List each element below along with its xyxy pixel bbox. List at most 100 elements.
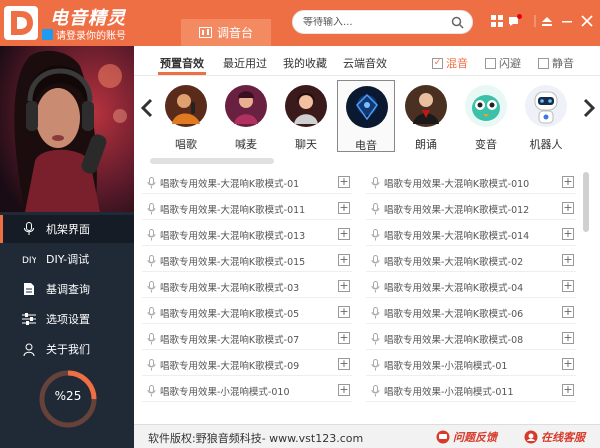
scene-shout[interactable]: 喊麦 [217, 80, 275, 152]
microphone-icon [147, 384, 156, 396]
option-dodge[interactable]: 闪避 [485, 55, 521, 71]
tab-recent[interactable]: 最近用过 [223, 55, 267, 71]
progress-label: %25 [54, 389, 82, 403]
tab-preset[interactable]: 预置音效 [160, 55, 204, 71]
effect-item[interactable]: 唱歌专用效果-大混响K歌模式-05 + [142, 302, 352, 324]
effect-item[interactable]: 唱歌专用效果-大混响K歌模式-06 + [366, 302, 576, 324]
effect-name: 唱歌专用效果-小混响模式-010 [160, 386, 290, 398]
vertical-scrollbar[interactable] [583, 172, 589, 232]
option-label: 闪避 [499, 57, 521, 70]
copyright-text: 软件版权:野狼音频科技- www.vst123.com [148, 432, 364, 445]
add-effect-button[interactable]: + [338, 254, 350, 266]
option-label: 混音 [446, 57, 468, 70]
effect-item[interactable]: 唱歌专用效果-大混响K歌模式-08 + [366, 328, 576, 350]
checkbox-icon [485, 57, 496, 69]
effect-item[interactable]: 唱歌专用效果-大混响K歌模式-012 + [366, 198, 576, 220]
scene-label: 朗诵 [415, 138, 437, 151]
option-mute[interactable]: 静音 [538, 55, 574, 71]
microphone-icon [371, 280, 380, 292]
app-logo-icon [4, 6, 38, 40]
sidebar-item-rack[interactable]: 机架界面 [0, 215, 134, 243]
login-link[interactable]: 请登录你的账号 [42, 27, 126, 42]
option-label: 静音 [552, 57, 574, 70]
support-button[interactable]: 在线客服 [524, 429, 585, 445]
microphone-icon [371, 202, 380, 214]
scene-electronic[interactable]: 电音 [337, 80, 395, 152]
add-effect-button[interactable]: + [338, 280, 350, 292]
horizontal-scrollbar[interactable] [150, 158, 274, 164]
recite-avatar-icon [405, 85, 447, 127]
add-effect-button[interactable]: + [562, 306, 574, 318]
scene-robot[interactable]: 机器人 [517, 80, 575, 152]
effect-item[interactable]: 唱歌专用效果-小混响模式-011 + [366, 380, 576, 402]
add-effect-button[interactable]: + [562, 332, 574, 344]
tab-favorites[interactable]: 我的收藏 [283, 55, 327, 71]
eject-icon[interactable] [540, 14, 554, 28]
add-effect-button[interactable]: + [338, 176, 350, 188]
diy-icon: DIY [22, 252, 36, 266]
grid-icon[interactable] [490, 14, 504, 28]
tab-cloud[interactable]: 云端音效 [343, 55, 387, 71]
effect-item[interactable]: 唱歌专用效果-小混响模式-010 + [142, 380, 352, 402]
add-effect-button[interactable]: + [338, 202, 350, 214]
effect-name: 唱歌专用效果-大混响K歌模式-09 [160, 360, 300, 372]
add-effect-button[interactable]: + [562, 280, 574, 292]
scene-chat[interactable]: 聊天 [277, 80, 335, 152]
chevron-right-icon[interactable] [582, 98, 596, 118]
option-mix[interactable]: ✓ 混音 [432, 55, 468, 71]
search-box [292, 10, 473, 34]
sidebar-item-about[interactable]: 关于我们 [0, 335, 134, 363]
microphone-icon [371, 306, 380, 318]
sidebar-item-key-query[interactable]: 基调查询 [0, 275, 134, 303]
sing-avatar-icon [165, 85, 207, 127]
add-effect-button[interactable]: + [338, 306, 350, 318]
scene-label: 聊天 [295, 138, 317, 151]
scene-sing[interactable]: 唱歌 [157, 80, 215, 152]
effect-item[interactable]: 唱歌专用效果-大混响K歌模式-02 + [366, 250, 576, 272]
search-input[interactable] [303, 16, 443, 28]
add-effect-button[interactable]: + [562, 254, 574, 266]
microphone-icon [147, 202, 156, 214]
search-icon[interactable] [451, 16, 464, 29]
add-effect-button[interactable]: + [338, 332, 350, 344]
add-effect-button[interactable]: + [562, 358, 574, 370]
effect-item[interactable]: 唱歌专用效果-大混响K歌模式-010 + [366, 172, 576, 194]
effect-name: 唱歌专用效果-小混响模式-011 [384, 386, 514, 398]
effect-item[interactable]: 唱歌专用效果-大混响K歌模式-011 + [142, 198, 352, 220]
add-effect-button[interactable]: + [562, 228, 574, 240]
close-icon[interactable] [580, 14, 594, 28]
sidebar-item-label: 选项设置 [46, 313, 90, 326]
effect-item[interactable]: 唱歌专用效果-大混响K歌模式-04 + [366, 276, 576, 298]
message-icon[interactable] [508, 14, 522, 28]
effect-name: 唱歌专用效果-大混响K歌模式-011 [160, 204, 306, 216]
effect-item[interactable]: 唱歌专用效果-大混响K歌模式-015 + [142, 250, 352, 272]
add-effect-button[interactable]: + [562, 202, 574, 214]
effect-item[interactable]: 唱歌专用效果-大混响K歌模式-014 + [366, 224, 576, 246]
effect-item[interactable]: 唱歌专用效果-大混响K歌模式-01 + [142, 172, 352, 194]
effect-name: 唱歌专用效果-大混响K歌模式-08 [384, 334, 524, 346]
tab-mixer[interactable]: 调音台 [181, 19, 271, 46]
effect-item[interactable]: 唱歌专用效果-小混响模式-01 + [366, 354, 576, 376]
scene-recite[interactable]: 朗诵 [397, 80, 455, 152]
effect-name: 唱歌专用效果-大混响K歌模式-06 [384, 308, 524, 320]
sidebar-item-diy[interactable]: DIY DIY-调试 [0, 245, 134, 273]
add-effect-button[interactable]: + [338, 358, 350, 370]
add-effect-button[interactable]: + [338, 228, 350, 240]
add-effect-button[interactable]: + [338, 384, 350, 396]
effect-name: 唱歌专用效果-大混响K歌模式-02 [384, 256, 524, 268]
add-effect-button[interactable]: + [562, 176, 574, 188]
minimize-icon[interactable] [560, 14, 574, 28]
effect-item[interactable]: 唱歌专用效果-大混响K歌模式-09 + [142, 354, 352, 376]
effect-item[interactable]: 唱歌专用效果-大混响K歌模式-03 + [142, 276, 352, 298]
effect-item[interactable]: 唱歌专用效果-大混响K歌模式-07 + [142, 328, 352, 350]
effect-item[interactable]: 唱歌专用效果-大混响K歌模式-013 + [142, 224, 352, 246]
chevron-left-icon[interactable] [140, 98, 154, 118]
scene-label: 电音 [355, 139, 377, 152]
feedback-button[interactable]: 问题反馈 [436, 429, 497, 445]
sidebar-item-label: 机架界面 [46, 223, 90, 236]
mixer-icon [198, 27, 212, 38]
sidebar-item-settings[interactable]: 选项设置 [0, 305, 134, 333]
microphone-icon [371, 358, 380, 370]
add-effect-button[interactable]: + [562, 384, 574, 396]
scene-voice-change[interactable]: 变音 [457, 80, 515, 152]
